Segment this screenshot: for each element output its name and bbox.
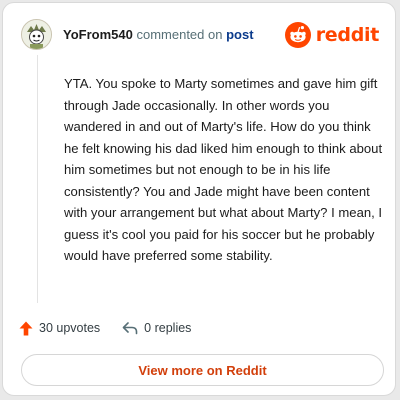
reply-count: 0 replies	[144, 321, 192, 335]
thread-line	[37, 55, 38, 303]
comment-actions: 30 upvotes 0 replies	[19, 318, 191, 338]
upvote-button[interactable]: 30 upvotes	[19, 321, 100, 336]
comment-meta: YoFrom540 commented on post	[63, 27, 254, 42]
avatar-image	[22, 20, 51, 49]
comment-embed-card: YoFrom540 commented on post reddit YTA. …	[2, 2, 396, 396]
comment-header: YoFrom540 commented on post reddit	[19, 17, 381, 53]
comment-body: YTA. You spoke to Marty sometimes and ga…	[64, 76, 383, 263]
comment-verb: commented on	[136, 27, 223, 42]
reddit-logo[interactable]: reddit	[284, 21, 380, 49]
avatar[interactable]	[21, 19, 52, 50]
upvote-arrow-icon	[19, 321, 33, 336]
post-link[interactable]: post	[226, 27, 253, 42]
reply-button[interactable]: 0 replies	[122, 321, 191, 335]
reddit-snoo-icon	[284, 22, 311, 48]
reddit-wordmark: reddit	[315, 24, 380, 46]
reply-arrow-icon	[122, 321, 138, 335]
view-more-button[interactable]: View more on Reddit	[21, 354, 384, 386]
username-link[interactable]: YoFrom540	[63, 27, 133, 42]
upvote-count: 30 upvotes	[39, 321, 101, 335]
